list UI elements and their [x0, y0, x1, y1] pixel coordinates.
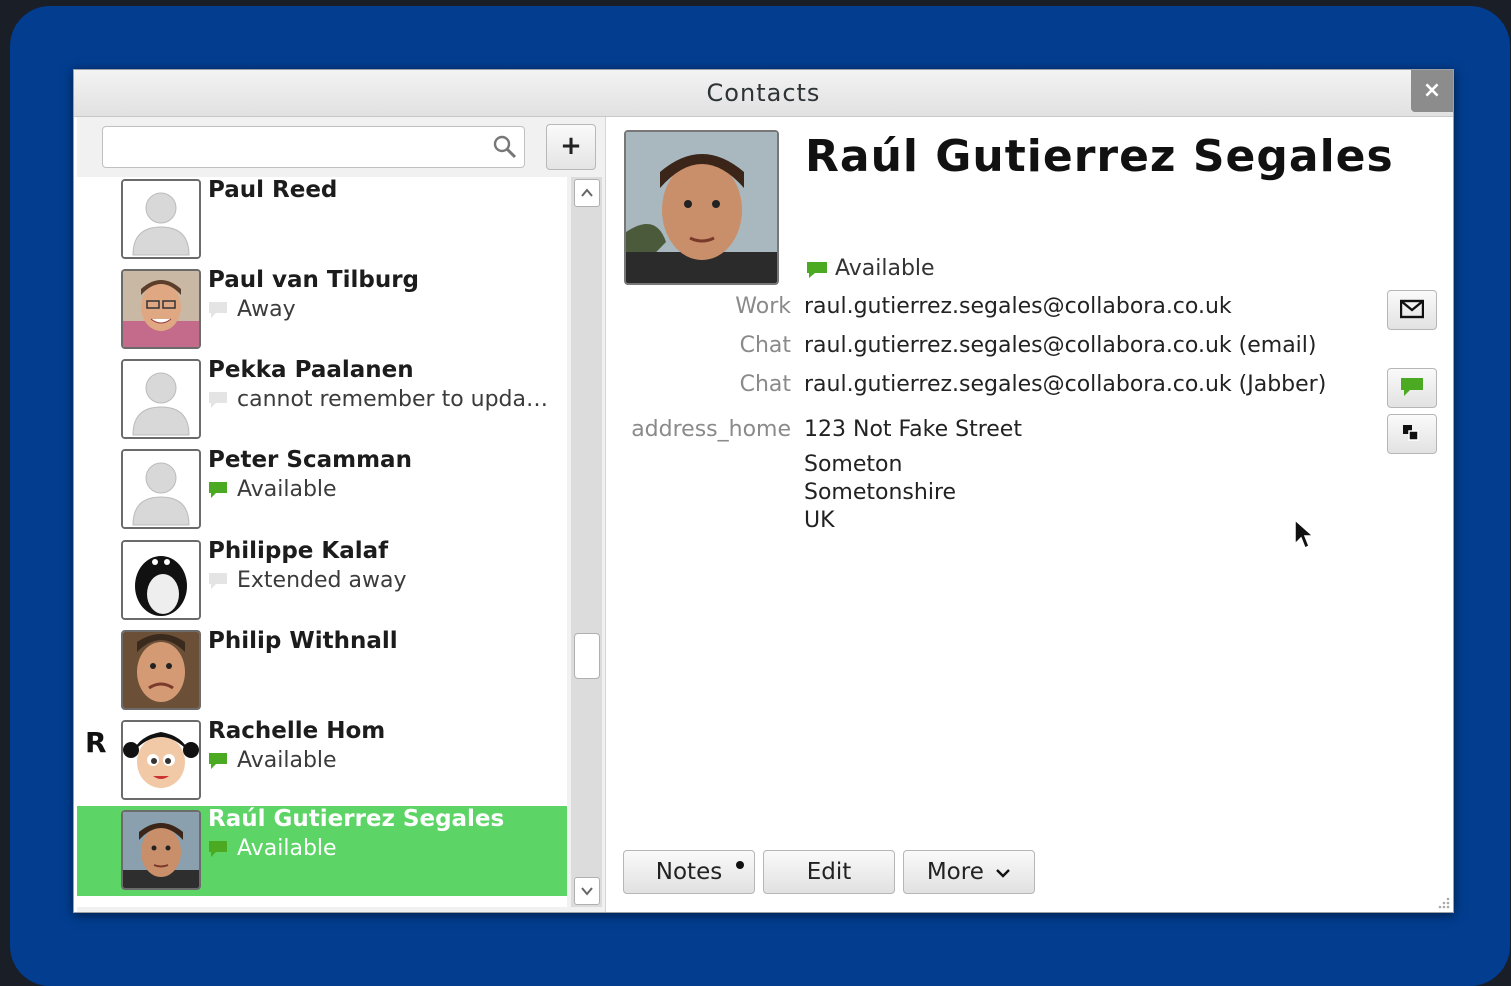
contacts-window: Contacts × + Paul Reed Paul van Tilburg …	[73, 69, 1454, 913]
field-label-chat: Chat	[739, 333, 791, 358]
default-avatar-icon	[121, 179, 201, 259]
away-status-icon	[209, 302, 227, 318]
more-label: More	[926, 859, 984, 885]
cartoon-avatar-icon	[121, 720, 201, 800]
photo-avatar-icon	[121, 810, 201, 890]
window-title: Contacts	[74, 70, 1453, 117]
default-avatar-icon	[121, 359, 201, 439]
contact-photo	[624, 130, 779, 285]
contact-name: Philippe Kalaf	[208, 538, 389, 564]
presence-status: Available	[835, 256, 935, 281]
add-contact-button[interactable]: +	[546, 124, 596, 170]
notes-label: Notes	[655, 859, 723, 885]
scrollbar-thumb[interactable]	[574, 633, 600, 679]
available-status-icon	[209, 841, 227, 857]
chat-email-value[interactable]: raul.gutierrez.segales@collabora.co.uk (…	[804, 333, 1317, 358]
copy-address-button[interactable]	[1387, 414, 1437, 454]
contact-name: Rachelle Hom	[208, 718, 386, 744]
field-label-address: address_home	[631, 417, 791, 442]
contact-row[interactable]: Philippe Kalaf Extended away	[77, 538, 567, 626]
contact-row[interactable]: Peter Scamman Available	[77, 447, 567, 535]
contact-name: Peter Scamman	[208, 447, 412, 473]
contact-status: Available	[237, 836, 337, 861]
contact-status: cannot remember to upda…	[237, 387, 549, 412]
copy-icon	[1403, 425, 1419, 441]
photo-avatar-icon	[121, 269, 201, 349]
contact-status: Extended away	[237, 568, 407, 593]
contact-row[interactable]: Philip Withnall	[77, 628, 567, 716]
available-status-icon	[209, 753, 227, 769]
contact-name: Raúl Gutierrez Segales	[208, 806, 505, 832]
chat-icon	[1401, 378, 1423, 396]
contact-name: Philip Withnall	[208, 628, 398, 654]
photo-avatar-icon	[121, 630, 201, 710]
available-status-icon	[209, 482, 227, 498]
address-line: Sometonshire	[804, 480, 957, 505]
field-label-work: Work	[735, 294, 791, 319]
start-chat-button[interactable]	[1387, 368, 1437, 408]
penguin-avatar-icon	[121, 540, 201, 620]
contact-row-selected[interactable]: Raúl Gutierrez Segales Available	[77, 806, 567, 896]
group-letter: R	[85, 726, 107, 759]
edit-label: Edit	[806, 859, 852, 885]
send-email-button[interactable]	[1387, 290, 1437, 330]
field-label-chat: Chat	[739, 372, 791, 397]
contact-list-scrollbar[interactable]	[571, 177, 602, 907]
notes-button[interactable]: Notes	[623, 850, 755, 894]
contact-status: Available	[237, 477, 337, 502]
edit-button[interactable]: Edit	[763, 850, 895, 894]
scroll-up-button[interactable]	[574, 179, 600, 207]
email-icon	[1400, 299, 1424, 319]
search-icon	[493, 135, 517, 159]
address-line: Someton	[804, 452, 903, 477]
contact-row[interactable]: Paul van Tilburg Away	[77, 267, 567, 355]
address-street: 123 Not Fake Street	[804, 417, 1022, 442]
contact-detail-pane: Raúl Gutierrez Segales Available Work ra…	[606, 117, 1453, 912]
contact-row[interactable]: R Rachelle Hom Available	[77, 718, 567, 806]
scroll-down-button[interactable]	[574, 877, 600, 905]
contact-name: Paul van Tilburg	[208, 267, 420, 293]
contact-list[interactable]: Paul Reed Paul van Tilburg Away Pekka Pa…	[77, 177, 567, 907]
away-status-icon	[209, 573, 227, 589]
more-button[interactable]: More	[903, 850, 1035, 894]
default-avatar-icon	[121, 449, 201, 529]
contact-status: Away	[237, 297, 296, 322]
search-input[interactable]	[102, 126, 525, 168]
chevron-down-icon	[996, 868, 1011, 878]
chevron-down-icon	[581, 887, 593, 896]
work-email-value[interactable]: raul.gutierrez.segales@collabora.co.uk	[804, 294, 1232, 319]
contact-full-name: Raúl Gutierrez Segales	[805, 131, 1394, 182]
chevron-up-icon	[581, 188, 593, 197]
close-button[interactable]: ×	[1411, 70, 1453, 112]
available-status-icon	[807, 262, 827, 278]
contact-sidebar: + Paul Reed Paul van Tilburg Away Pekka …	[77, 117, 606, 912]
away-status-icon	[209, 392, 227, 408]
address-line: UK	[804, 508, 835, 533]
contact-row[interactable]: Pekka Paalanen cannot remember to upda…	[77, 357, 567, 445]
contact-status: Available	[237, 748, 337, 773]
chat-jabber-value[interactable]: raul.gutierrez.segales@collabora.co.uk (…	[804, 372, 1326, 397]
mouse-pointer-icon	[1294, 518, 1315, 550]
contact-name: Pekka Paalanen	[208, 357, 414, 383]
resize-grip-icon[interactable]	[1435, 894, 1451, 910]
close-icon: ×	[1422, 78, 1442, 103]
plus-icon: +	[560, 131, 582, 161]
notes-indicator-icon	[736, 861, 744, 869]
contact-row[interactable]: Paul Reed	[77, 177, 567, 265]
contact-name: Paul Reed	[208, 177, 338, 203]
